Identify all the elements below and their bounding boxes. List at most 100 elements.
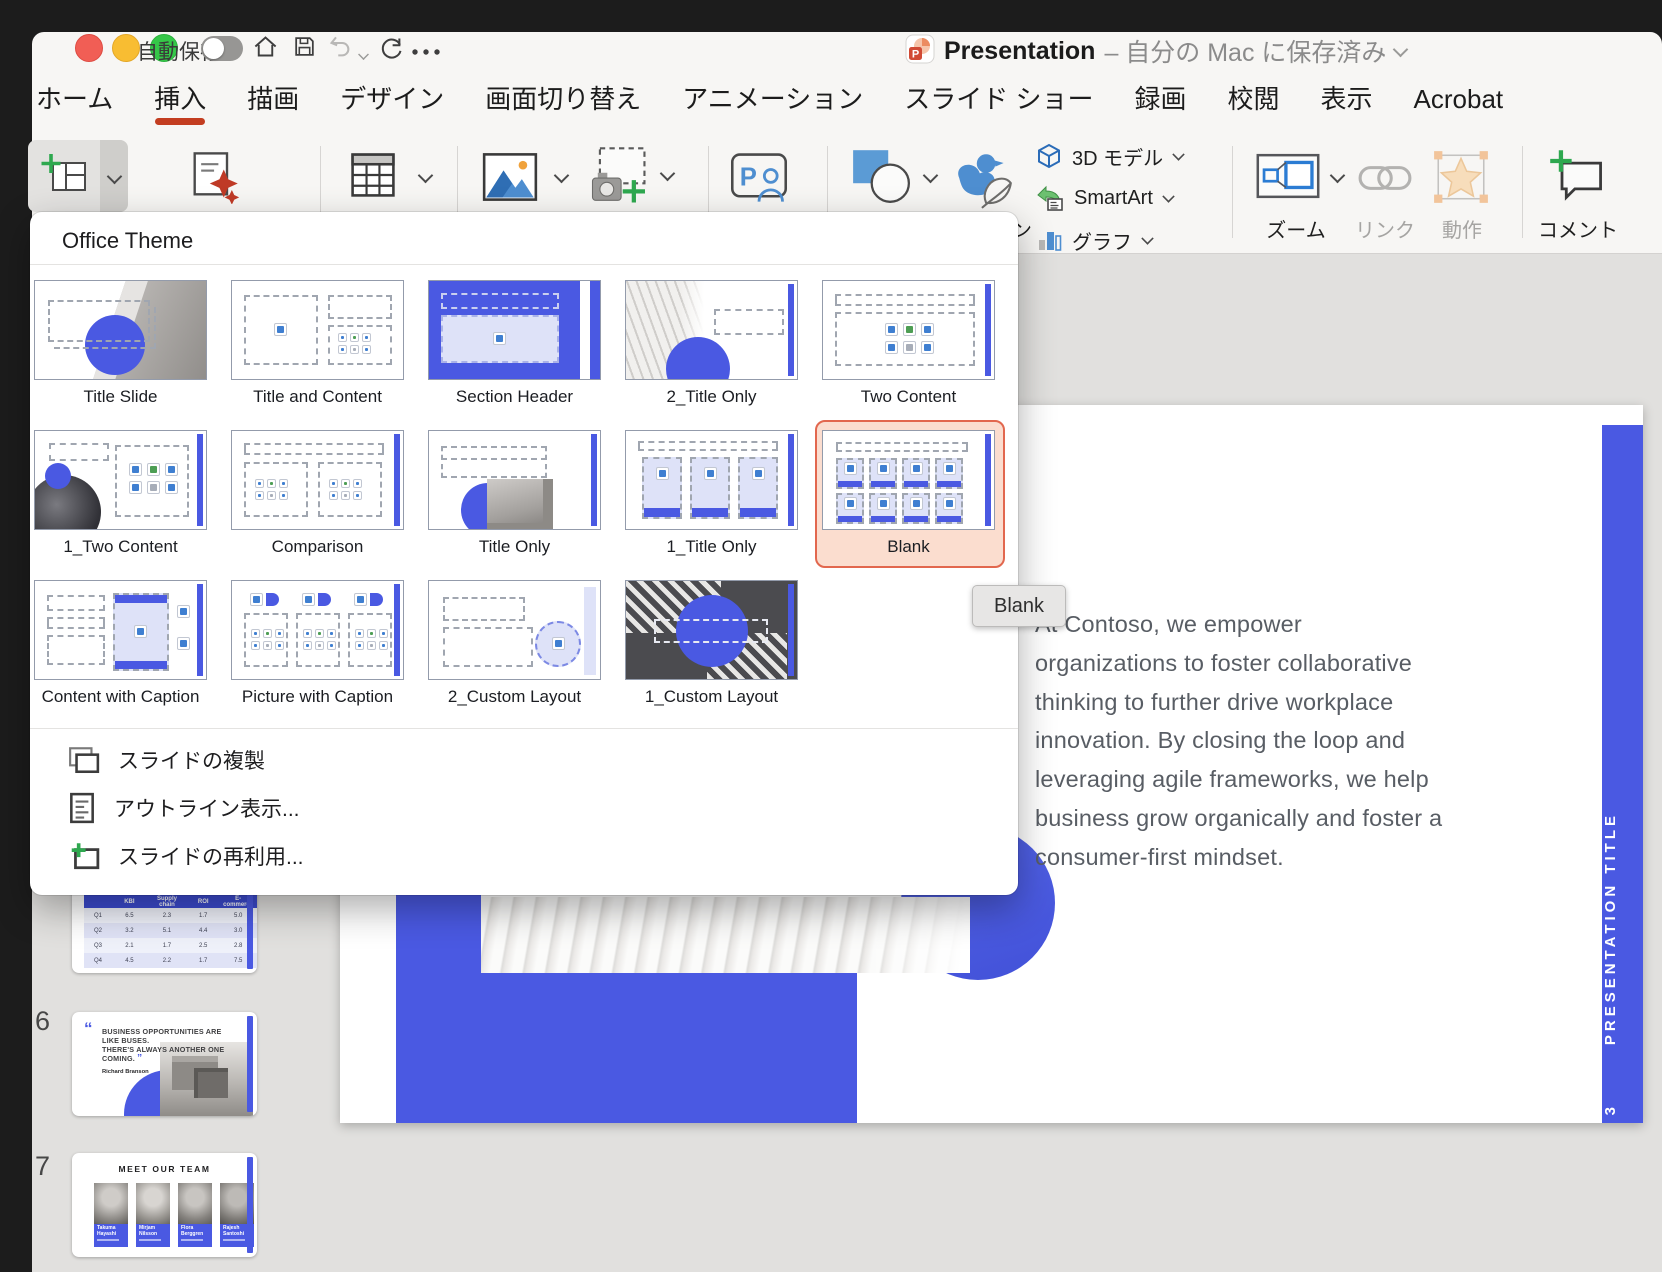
pictures-dropdown-chevron-icon[interactable] xyxy=(556,168,567,186)
slide-photo-strip[interactable] xyxy=(481,897,970,973)
quote-text: BUSINESS OPPORTUNITIES ARE LIKE BUSES. T… xyxy=(102,1027,232,1075)
designer-button[interactable] xyxy=(180,142,246,210)
undo-dropdown-chevron-icon[interactable] xyxy=(358,47,369,65)
close-quote-mark: ” xyxy=(137,1053,142,1064)
tab-animations[interactable]: アニメーション xyxy=(682,84,863,114)
new-slide-button[interactable] xyxy=(28,140,128,212)
document-save-status: – 自分の Mac に保存済み xyxy=(1104,33,1386,69)
3d-models-button[interactable]: 3D モデル xyxy=(1036,142,1184,170)
tab-acrobat[interactable]: Acrobat xyxy=(1414,84,1504,114)
tab-view[interactable]: 表示 xyxy=(1321,84,1373,114)
duplicate-slide-icon xyxy=(68,746,100,774)
layout-thumb-title-and-content[interactable]: Title and Content xyxy=(231,280,404,407)
layout-thumb-1-title-only[interactable]: 1_Title Only xyxy=(625,430,798,557)
layout-thumb-blank[interactable]: Blank xyxy=(822,430,995,557)
more-commands-icon[interactable] xyxy=(411,43,441,61)
layout-thumb-2-custom-layout[interactable]: 2_Custom Layout xyxy=(428,580,601,707)
zoom-label: ズーム xyxy=(1250,214,1342,243)
new-slide-dropdown-chevron-icon[interactable] xyxy=(100,140,128,212)
shapes-button[interactable] xyxy=(848,144,914,208)
svg-text:P: P xyxy=(912,48,919,60)
title-dropdown-chevron-icon[interactable] xyxy=(1393,41,1409,57)
tab-record[interactable]: 録画 xyxy=(1135,84,1187,114)
chart-button[interactable]: グラフ xyxy=(1036,226,1153,254)
redo-icon[interactable] xyxy=(378,34,405,66)
layout-thumb-comparison[interactable]: Comparison xyxy=(231,430,404,557)
open-quote-mark: “ xyxy=(84,1024,93,1034)
screenshot-dropdown-chevron-icon[interactable] xyxy=(662,166,673,184)
undo-icon[interactable] xyxy=(327,34,354,66)
tab-home[interactable]: ホーム xyxy=(36,84,113,114)
action-button[interactable] xyxy=(1430,146,1492,208)
thumbnail-accent-bar xyxy=(247,1157,253,1253)
comment-label: コメント xyxy=(1534,214,1622,243)
table-button[interactable] xyxy=(342,144,404,206)
layout-thumb-2-title-only[interactable]: 2_Title Only xyxy=(625,280,798,407)
menu-duplicate-slide[interactable]: スライドの複製 xyxy=(68,740,265,780)
tab-slideshow[interactable]: スライド ショー xyxy=(904,84,1093,114)
team-member-card: Takuma Hayashi xyxy=(94,1183,128,1247)
menu-outline-view[interactable]: アウトライン表示... xyxy=(68,788,300,828)
table-dropdown-chevron-icon[interactable] xyxy=(420,168,431,186)
layout-thumb-section-header[interactable]: Section Header xyxy=(428,280,601,407)
action-label: 動作 xyxy=(1432,214,1492,243)
autosave-toggle[interactable] xyxy=(201,36,243,61)
tab-transitions[interactable]: 画面切り替え xyxy=(485,84,641,114)
slide-body-text[interactable]: At Contoso, we empower organizations to … xyxy=(1035,605,1445,877)
ribbon-tab-bar: ホーム 挿入 描画 デザイン 画面切り替え アニメーション スライド ショー 録… xyxy=(36,84,1503,114)
tab-review[interactable]: 校閲 xyxy=(1228,84,1280,114)
reuse-slides-icon xyxy=(68,841,100,871)
slide-thumbnail-6[interactable]: “ BUSINESS OPPORTUNITIES ARE LIKE BUSES.… xyxy=(72,1012,257,1116)
slide-number-6: 6 xyxy=(14,1006,50,1037)
close-button[interactable] xyxy=(75,34,103,62)
tab-draw[interactable]: 描画 xyxy=(247,84,299,114)
layout-thumb-two-content[interactable]: Two Content xyxy=(822,280,995,407)
thumbnail-accent-bar xyxy=(247,1016,253,1112)
comment-button[interactable] xyxy=(1546,144,1608,208)
layout-thumb-1-custom-layout[interactable]: 1_Custom Layout xyxy=(625,580,798,707)
quote-attribution: Richard Branson xyxy=(102,1069,232,1075)
document-title: Presentation xyxy=(944,37,1095,66)
gallery-title: Office Theme xyxy=(62,228,193,254)
team-member-card: Mirjam Nilsson xyxy=(136,1183,170,1247)
zoom-button[interactable] xyxy=(1254,150,1322,202)
bar-chart-icon xyxy=(1036,227,1062,253)
layout-thumb-1-two-content[interactable]: 1_Two Content xyxy=(34,430,207,557)
team-slide-title: MEET OUR TEAM xyxy=(72,1164,257,1174)
slide-blue-rectangle[interactable] xyxy=(396,973,857,1123)
layout-thumb-content-with-caption[interactable]: Content with Caption xyxy=(34,580,207,707)
menu-reuse-slides[interactable]: スライドの再利用... xyxy=(68,836,304,876)
home-icon[interactable] xyxy=(252,33,279,65)
3d-cube-icon xyxy=(1036,143,1062,169)
outline-view-icon xyxy=(68,792,96,824)
slide-page-number: 3 xyxy=(1602,1107,1643,1115)
svg-text:P: P xyxy=(740,164,757,192)
shapes-dropdown-chevron-icon[interactable] xyxy=(925,168,936,186)
smartart-icon xyxy=(1036,185,1064,211)
pictures-button[interactable] xyxy=(481,150,539,204)
zoom-dropdown-chevron-icon[interactable] xyxy=(1332,168,1343,186)
link-label: リンク xyxy=(1352,214,1418,243)
screenshot-button[interactable] xyxy=(583,144,655,210)
smartart-button[interactable]: SmartArt xyxy=(1036,184,1174,212)
team-member-card: Flora Berggren xyxy=(178,1183,212,1247)
powerpoint-window: 自動保存 P Presentation – 自分の Mac に保存済み ホーム … xyxy=(0,0,1662,1272)
layout-thumb-picture-with-caption[interactable]: Picture with Caption xyxy=(231,580,404,707)
save-icon[interactable] xyxy=(292,34,317,64)
slide-side-title: PRESENTATION TITLE xyxy=(1602,812,1643,1045)
thumbnail-table: KBI Supply chain ROI E-commerce Q16.52.3… xyxy=(84,895,257,968)
layout-thumb-title-only[interactable]: Title Only xyxy=(428,430,601,557)
slide-number-7: 7 xyxy=(14,1151,50,1182)
minimize-button[interactable] xyxy=(112,34,140,62)
powerpoint-app-icon: P xyxy=(905,34,935,69)
layout-gallery-panel: Office Theme Title Slide Title and Con xyxy=(30,212,1018,895)
slide-side-bar[interactable]: PRESENTATION TITLE 3 xyxy=(1602,425,1643,1123)
addins-button[interactable]: P xyxy=(726,146,792,208)
layout-tooltip: Blank xyxy=(972,585,1066,627)
slide-thumbnail-7[interactable]: MEET OUR TEAM Takuma Hayashi Mirjam Nils… xyxy=(72,1153,257,1257)
tab-insert[interactable]: 挿入 xyxy=(154,84,206,114)
tab-design[interactable]: デザイン xyxy=(340,84,444,114)
link-button[interactable] xyxy=(1356,156,1414,200)
icons-button[interactable] xyxy=(950,146,1018,212)
layout-thumb-title-slide[interactable]: Title Slide xyxy=(34,280,207,407)
